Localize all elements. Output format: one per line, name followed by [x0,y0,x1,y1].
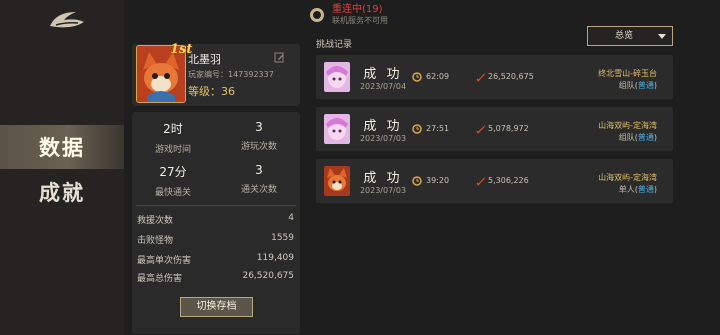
stat-label: 通关次数 [240,185,277,195]
record-avatar [324,62,350,92]
stat-row-label: 最高总伤害 [137,274,183,284]
record-time: 62:09 [426,72,450,81]
record-date: 2023/07/04 [359,82,407,91]
record-mode: 组队(普通) [618,81,657,90]
records-filter-dropdown[interactable]: 总览 [587,26,673,46]
stat-label: 最快通关 [154,188,191,198]
stat-row-value: 4 [288,213,294,223]
stat-value: 27分 [159,165,187,179]
switch-save-button[interactable]: 切换存档 [180,297,253,317]
player-name: 北墨羽 [188,53,221,66]
stat-row-monsters: 击败怪物 1559 [137,233,294,246]
pink-character-icon [324,62,350,92]
stat-value: 3 [255,163,263,177]
record-mode-text: 组队 [618,81,635,90]
record-date: 2023/07/03 [359,186,407,195]
record-mode: 组队(普通) [618,133,657,142]
stat-value: 3 [255,120,263,134]
fox-character-icon [324,166,350,196]
record-location: 终北雪山-碎玉台 [598,69,657,78]
stat-row-max-single-damage: 最高单次伤害 119,409 [137,253,294,266]
stat-row-rescues: 救援次数 4 [137,213,294,226]
game-logo-icon [50,12,84,28]
record-time: 27:51 [426,124,450,133]
connection-status: 重连中(19) 联机服务不可用 [310,4,388,26]
record-time: 39:20 [426,176,450,185]
sidebar: 数据 成就 [0,0,124,335]
stats-divider [136,205,296,206]
record-location: 山海双屿-定海湾 [598,121,657,130]
sword-damage-icon [476,177,485,186]
connection-status-text: 重连中(19) [332,4,383,15]
stat-label: 游玩次数 [240,142,277,152]
stat-fastest-clear: 27分 最快通关 [131,163,215,198]
stat-row-max-total-damage: 最高总伤害 26,520,675 [137,271,294,284]
clock-icon [412,176,422,186]
record-damage: 5,078,972 [488,124,529,133]
record-mode: 单人(普通) [618,185,657,194]
player-id: 玩家编号：147392337 [188,70,274,79]
player-level: 等级：36 [188,83,235,99]
record-result: 成 功 [363,119,403,134]
record-avatar [324,166,350,196]
record-item[interactable]: 成 功 2023/07/03 27:51 5,078,972 山海双屿-定海湾 … [316,107,673,151]
clock-icon [412,124,422,134]
tab-data[interactable]: 数据 [0,125,124,169]
stat-play-time: 2时 游戏时间 [131,120,215,155]
stat-row-value: 26,520,675 [242,271,294,281]
record-date: 2023/07/03 [359,134,407,143]
connection-ring-icon [310,8,324,22]
record-damage: 26,520,675 [488,72,534,81]
record-result: 成 功 [363,67,403,82]
record-result: 成 功 [363,171,403,186]
pink-character-icon [324,114,350,144]
record-item[interactable]: 成 功 2023/07/03 39:20 5,306,226 山海双屿-定海湾 … [316,159,673,203]
stat-clear-count: 3 通关次数 [217,163,301,195]
stat-play-count: 3 游玩次数 [217,120,301,152]
stat-row-label: 救援次数 [137,216,174,226]
edit-icon[interactable] [274,52,285,63]
record-mode-text: 组队 [618,133,635,142]
record-difficulty: 普通 [637,133,654,142]
record-item[interactable]: 成 功 2023/07/04 62:09 26,520,675 终北雪山-碎玉台… [316,55,673,99]
stat-label: 游戏时间 [154,145,191,155]
clock-icon [412,72,422,82]
stat-row-label: 击败怪物 [137,236,174,246]
record-difficulty: 普通 [637,81,654,90]
record-damage: 5,306,226 [488,176,529,185]
stat-row-value: 119,409 [256,253,294,263]
record-avatar [324,114,350,144]
record-difficulty: 普通 [637,185,654,194]
connection-subtitle: 联机服务不可用 [332,16,388,25]
stat-row-label: 最高单次伤害 [137,256,192,266]
level-value: 36 [221,85,235,98]
chevron-down-icon [658,34,666,39]
stat-row-value: 1559 [271,233,294,243]
record-location: 山海双屿-定海湾 [598,173,657,182]
filter-value: 总览 [614,31,633,41]
stat-value: 2时 [163,122,183,136]
sword-damage-icon [476,73,485,82]
records-title: 挑战记录 [316,40,353,50]
tab-achievements[interactable]: 成就 [0,170,124,214]
record-mode-text: 单人 [618,185,635,194]
sword-damage-icon [476,125,485,134]
level-label: 等级： [188,85,221,98]
